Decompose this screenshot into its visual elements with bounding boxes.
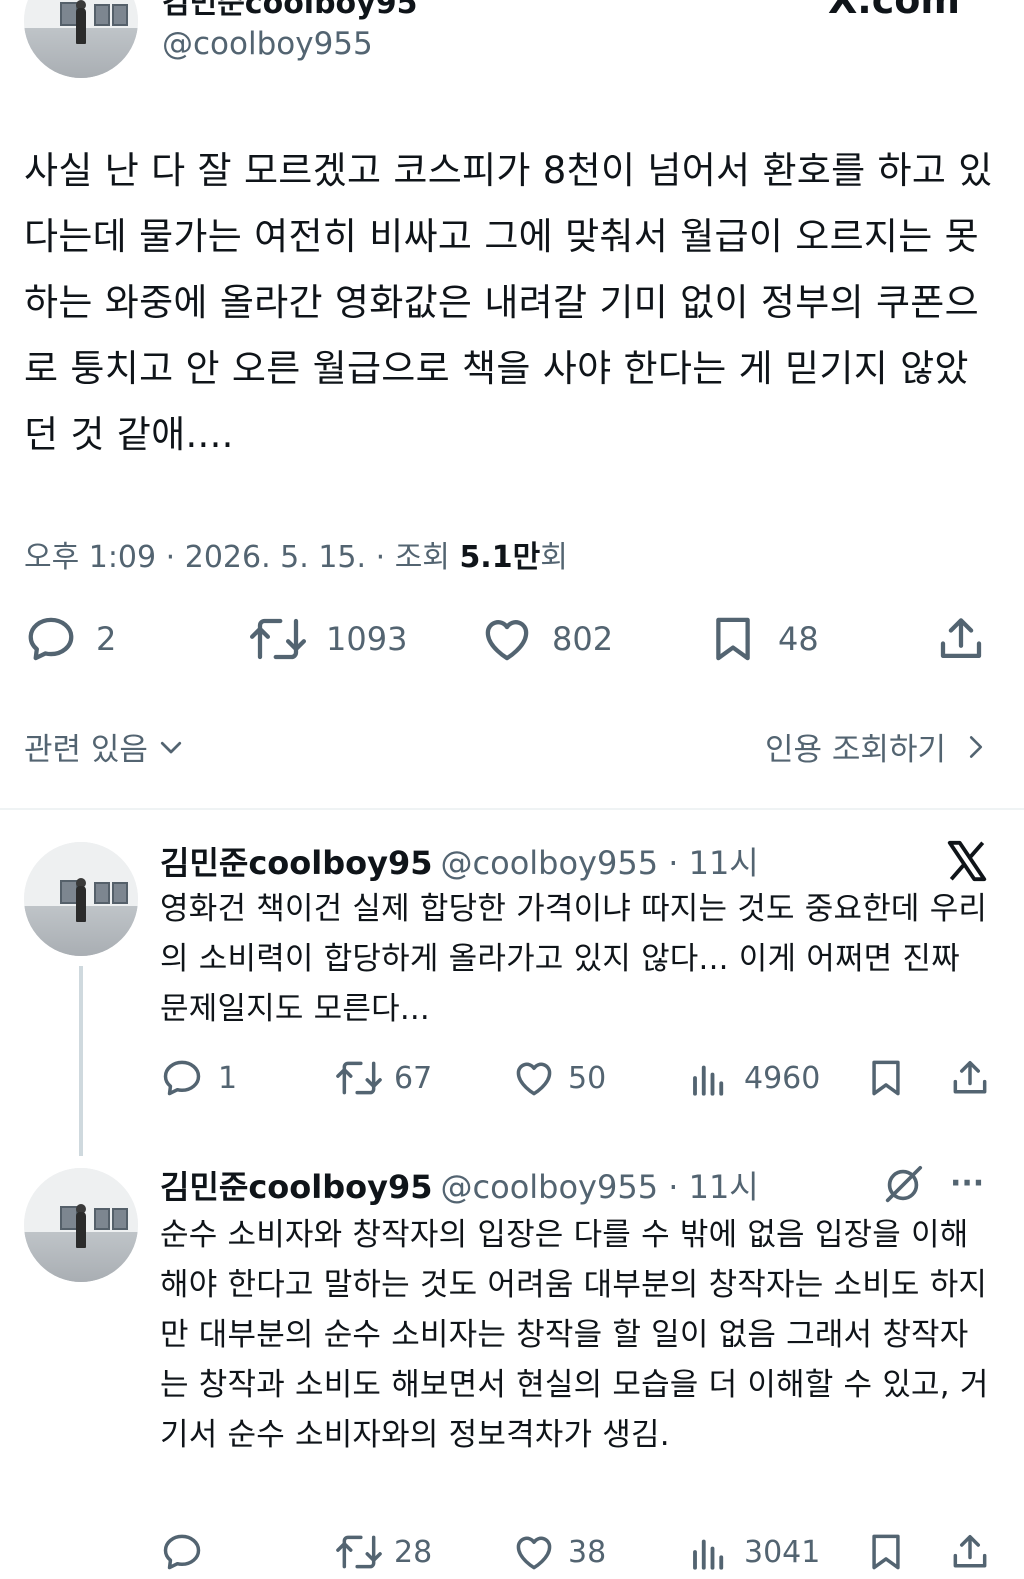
views-icon bbox=[693, 1539, 724, 1570]
tweet-text: 사실 난 다 잘 모르겠고 코스피가 8천이 넘어서 환호를 하고 있다는데 물… bbox=[24, 149, 993, 456]
tweet-meta: 오후 1:09 · 2026. 5. 15. · 조회 5.1만회 bbox=[24, 532, 568, 576]
retweet-button[interactable]: 67 bbox=[334, 1056, 432, 1100]
like-count: 50 bbox=[568, 1060, 607, 1096]
reply-icon bbox=[28, 617, 74, 661]
meta-separator: · bbox=[668, 844, 679, 882]
avatar[interactable] bbox=[24, 842, 138, 956]
retweet-count: 1093 bbox=[326, 620, 408, 658]
display-name[interactable]: 김민준coolboy95 bbox=[160, 844, 433, 882]
views-icon bbox=[693, 1065, 724, 1096]
avatar[interactable] bbox=[24, 0, 138, 78]
reply-button[interactable] bbox=[160, 1530, 218, 1574]
bookmark-button[interactable] bbox=[864, 1530, 908, 1574]
display-name[interactable]: 김민준coolboy95 bbox=[160, 1168, 433, 1206]
heart-icon bbox=[516, 1536, 552, 1570]
reply-button[interactable]: 2 bbox=[24, 612, 116, 666]
reply-count: 1 bbox=[218, 1060, 238, 1096]
views-count: 5.1만 bbox=[459, 540, 541, 575]
more-options-button[interactable]: ··· bbox=[950, 1166, 984, 1201]
share-icon bbox=[940, 618, 982, 659]
retweet-button[interactable]: 28 bbox=[334, 1530, 432, 1574]
retweet-button[interactable]: 1093 bbox=[248, 612, 407, 666]
chevron-right-icon bbox=[969, 735, 983, 758]
reply-icon bbox=[163, 1534, 201, 1570]
reply-time[interactable]: 11시 bbox=[689, 1168, 759, 1206]
avatar[interactable] bbox=[24, 1168, 138, 1282]
reply-button[interactable]: 1 bbox=[160, 1056, 237, 1100]
user-handle[interactable]: @coolboy955 bbox=[441, 844, 659, 882]
like-button[interactable]: 38 bbox=[512, 1530, 606, 1574]
reply-icon bbox=[163, 1060, 201, 1096]
grok-icon[interactable] bbox=[880, 1162, 926, 1208]
bookmark-icon bbox=[872, 1060, 900, 1096]
tweet-time[interactable]: 오후 1:09 bbox=[24, 540, 156, 575]
thread-line bbox=[79, 966, 83, 1156]
view-quotes-link[interactable]: 인용 조회하기 bbox=[765, 724, 988, 769]
reply-header: 김민준coolboy95 @coolboy955 · 11시 bbox=[160, 838, 759, 884]
bookmark-icon bbox=[716, 617, 750, 661]
tweet-date[interactable]: 2026. 5. 15. bbox=[185, 540, 366, 575]
share-icon bbox=[953, 1061, 987, 1094]
reply-header: 김민준coolboy95 @coolboy955 · 11시 bbox=[160, 1162, 759, 1208]
retweet-icon bbox=[336, 1061, 382, 1095]
views-button[interactable]: 4960 bbox=[688, 1056, 820, 1100]
user-handle[interactable]: @coolboy955 bbox=[162, 26, 373, 62]
bookmark-count: 48 bbox=[778, 620, 819, 658]
retweet-count: 28 bbox=[394, 1534, 433, 1570]
share-button[interactable] bbox=[948, 1056, 992, 1100]
views-button[interactable]: 3041 bbox=[688, 1530, 820, 1574]
meta-separator: · bbox=[165, 540, 176, 575]
divider bbox=[0, 808, 1024, 810]
reply-time[interactable]: 11시 bbox=[689, 844, 759, 882]
like-button[interactable]: 50 bbox=[512, 1056, 606, 1100]
user-handle[interactable]: @coolboy955 bbox=[441, 1168, 659, 1206]
display-name[interactable]: 김민준coolboy95 bbox=[162, 0, 417, 22]
meta-separator: · bbox=[375, 540, 386, 575]
views-count: 4960 bbox=[744, 1060, 821, 1096]
x-watermark: X.com bbox=[828, 0, 960, 22]
views-suffix: 회 bbox=[540, 540, 568, 575]
views-count: 3041 bbox=[744, 1534, 821, 1570]
reply-count: 2 bbox=[96, 620, 117, 658]
bookmark-icon bbox=[872, 1534, 900, 1570]
heart-icon bbox=[485, 620, 529, 661]
x-logo-icon[interactable] bbox=[944, 838, 990, 884]
retweet-icon bbox=[249, 618, 307, 660]
like-count: 38 bbox=[568, 1534, 607, 1570]
reply-text: 순수 소비자와 창작자의 입장은 다를 수 밖에 없음 입장을 이해해야 한다고… bbox=[160, 1217, 989, 1453]
share-button[interactable] bbox=[934, 612, 988, 666]
heart-icon bbox=[516, 1062, 552, 1096]
view-quotes-label: 인용 조회하기 bbox=[765, 732, 946, 768]
bookmark-button[interactable]: 48 bbox=[706, 612, 819, 666]
like-count: 802 bbox=[552, 620, 614, 658]
views-label: 조회 bbox=[394, 540, 450, 575]
share-icon bbox=[953, 1535, 987, 1568]
retweet-icon bbox=[336, 1535, 382, 1569]
bookmark-button[interactable] bbox=[864, 1056, 908, 1100]
share-button[interactable] bbox=[948, 1530, 992, 1574]
reply-text: 영화건 책이건 실제 합당한 가격이냐 따지는 것도 중요한데 우리의 소비력이… bbox=[160, 891, 988, 1027]
retweet-count: 67 bbox=[394, 1060, 433, 1096]
chevron-down-icon bbox=[160, 741, 182, 753]
related-label: 관련 있음 bbox=[24, 732, 148, 768]
like-button[interactable]: 802 bbox=[480, 612, 613, 666]
related-toggle[interactable]: 관련 있음 bbox=[24, 724, 186, 769]
meta-separator: · bbox=[668, 1168, 679, 1206]
